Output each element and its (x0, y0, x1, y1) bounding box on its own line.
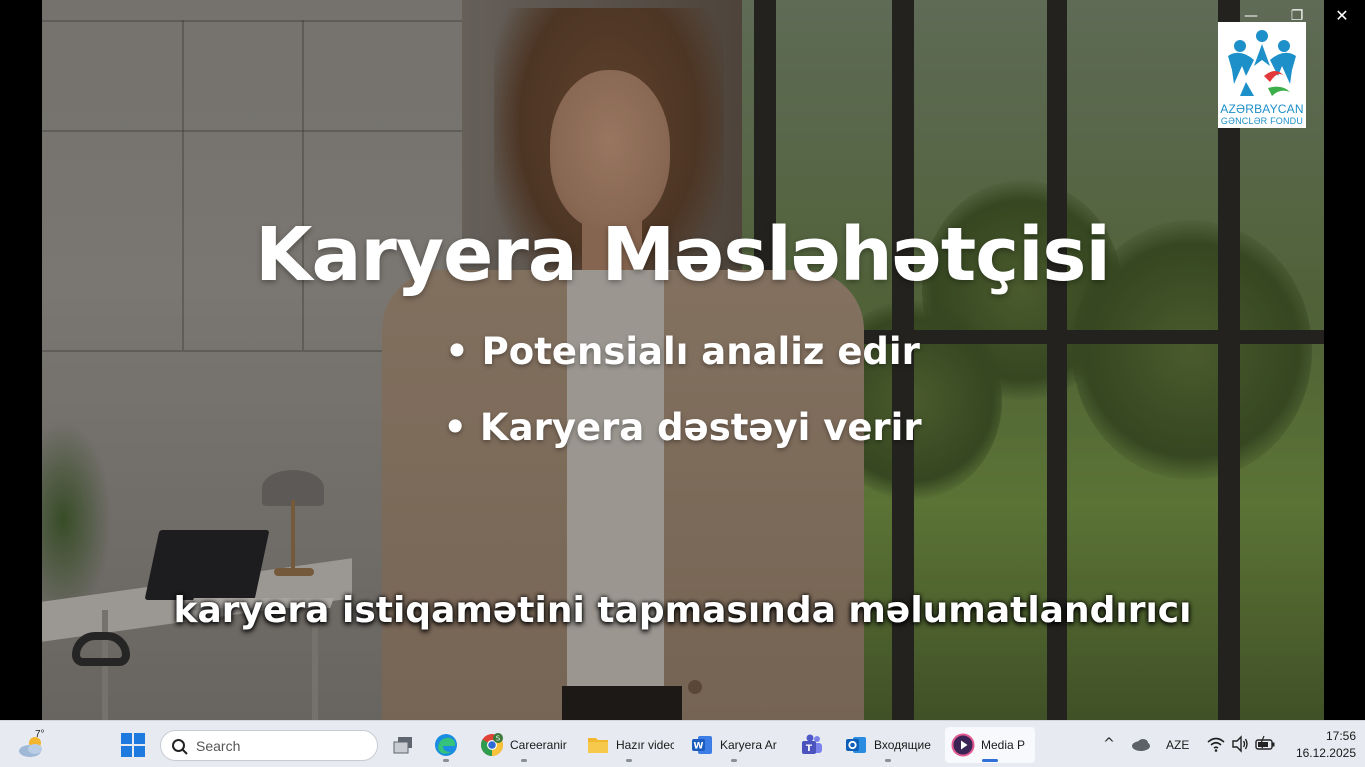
taskbar-app-teams[interactable]: T (794, 727, 830, 763)
close-icon: ✕ (1335, 6, 1349, 25)
taskbar-app-media-player[interactable]: Media P (945, 727, 1035, 763)
logo-text-line1: AZƏRBAYCAN (1220, 102, 1304, 116)
running-indicator (731, 759, 737, 762)
svg-text:T: T (806, 744, 813, 754)
folder-icon (588, 738, 608, 753)
minimize-button[interactable]: — (1236, 4, 1266, 28)
volume-icon[interactable] (1231, 735, 1249, 753)
teams-icon: T (802, 734, 822, 754)
azerbaijan-youth-foundation-logo: AZƏRBAYCAN GƏNCLƏR FONDU (1218, 22, 1306, 128)
taskbar: 7° Search S Careeranir Hazır videc W Kar… (0, 720, 1365, 767)
search-icon (172, 739, 188, 755)
running-indicator-active (982, 759, 998, 762)
logo-text-line2: GƏNCLƏR FONDU (1220, 116, 1304, 126)
minimize-icon: — (1244, 8, 1258, 24)
taskbar-search[interactable]: Search (160, 730, 378, 761)
running-indicator (885, 759, 891, 762)
video-title: Karyera Məsləhətçisi (255, 212, 1111, 298)
input-language-indicator[interactable]: AZE (1166, 738, 1189, 752)
taskbar-app-task-view[interactable] (385, 727, 421, 763)
start-button[interactable] (120, 732, 146, 758)
logo-figures-icon (1228, 30, 1296, 96)
video-bullet: • Karyera dəstəyi verir (443, 406, 922, 449)
taskbar-app-chrome[interactable]: S Careeranir (474, 727, 574, 763)
media-player-icon (951, 733, 975, 757)
taskbar-app-edge[interactable] (428, 727, 464, 763)
show-hidden-icons-chevron-icon[interactable]: ^ (1100, 735, 1118, 753)
taskbar-app-outlook[interactable]: Входящие (838, 727, 938, 763)
screen: Karyera Məsləhətçisi • Potensialı analiz… (0, 0, 1365, 767)
word-icon: W (692, 736, 712, 754)
taskbar-app-file-explorer[interactable]: Hazır videc (580, 727, 678, 763)
taskbar-app-label: Media P (981, 738, 1026, 752)
battery-charging-icon[interactable] (1255, 735, 1275, 753)
chrome-icon: S (481, 733, 503, 756)
weather-widget[interactable] (14, 729, 54, 761)
svg-text:W: W (694, 742, 704, 752)
restore-icon: ❐ (1290, 8, 1304, 24)
running-indicator (626, 759, 632, 762)
taskbar-app-label: Входящие (874, 738, 931, 752)
chrome-profile-badge: S (496, 735, 501, 743)
restore-button[interactable]: ❐ (1282, 4, 1312, 28)
weather-temperature: 7° (35, 729, 45, 740)
wifi-icon[interactable] (1207, 735, 1225, 753)
running-indicator (521, 759, 527, 762)
video-subtitle: karyera istiqamətini tapmasında məlumatl… (173, 590, 1192, 631)
taskbar-app-label: Hazır videc (616, 738, 674, 752)
taskbar-app-word[interactable]: W Karyera Ar (684, 727, 784, 763)
video-bullet: • Potensialı analiz edir (445, 330, 920, 373)
clock-date[interactable]: 16.12.2025 (1280, 746, 1356, 760)
onedrive-cloud-icon[interactable] (1130, 735, 1152, 753)
media-player-window: Karyera Məsləhətçisi • Potensialı analiz… (0, 0, 1365, 720)
edge-icon (435, 734, 457, 756)
taskbar-app-label: Karyera Ar (720, 738, 777, 752)
task-view-icon (393, 737, 412, 754)
taskbar-app-label: Careeranir (510, 738, 567, 752)
close-button[interactable]: ✕ (1327, 4, 1357, 28)
outlook-icon (846, 737, 866, 753)
running-indicator (443, 759, 449, 762)
clock-time[interactable]: 17:56 (1290, 729, 1356, 743)
search-placeholder: Search (196, 738, 241, 754)
